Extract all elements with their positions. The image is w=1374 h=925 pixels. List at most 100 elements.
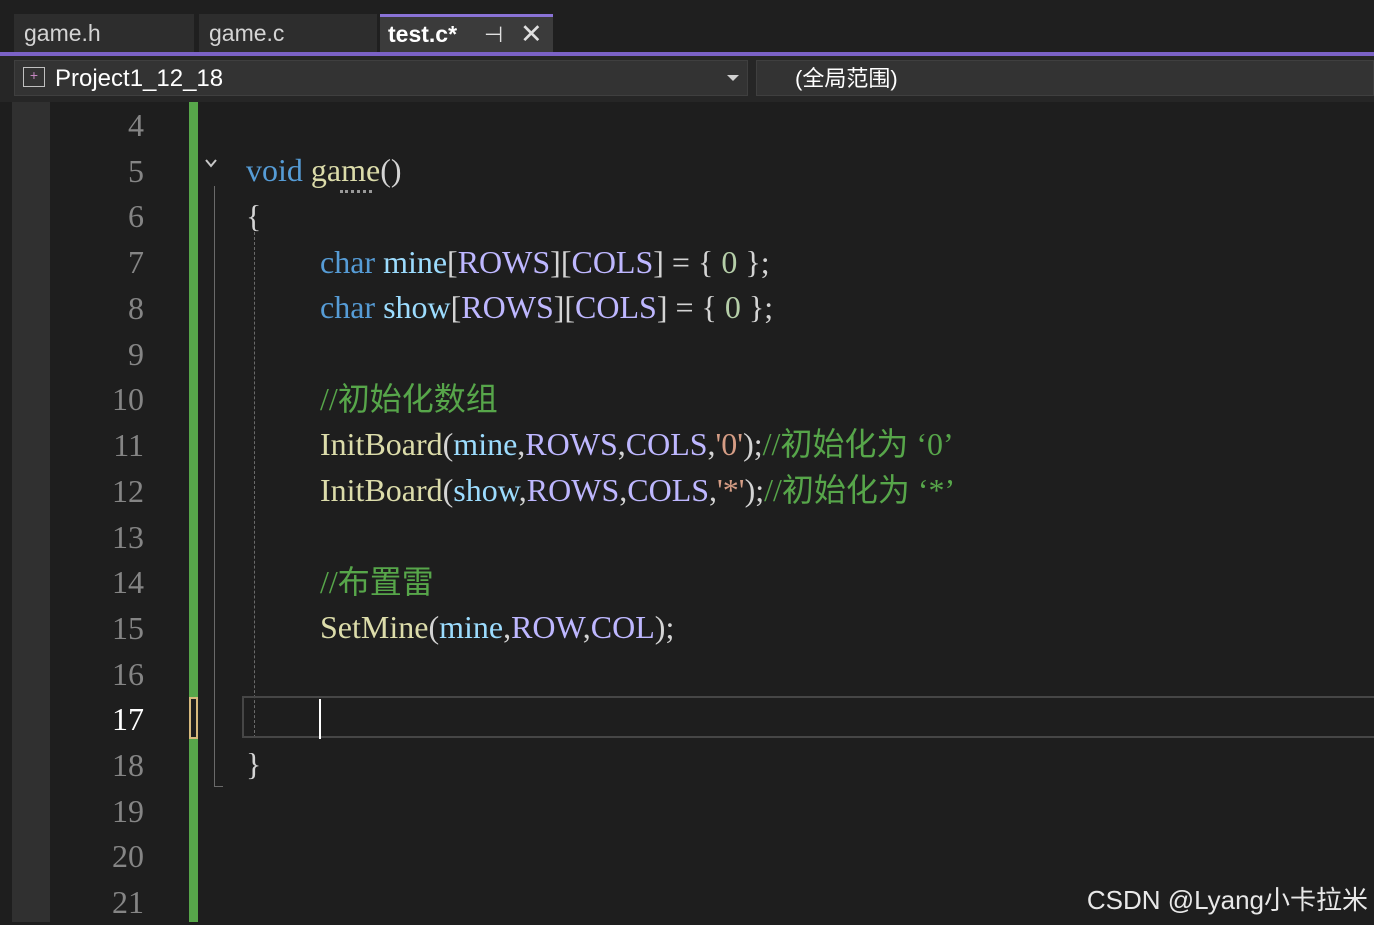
code-line-8[interactable]: char show[ROWS][COLS] = { 0 };	[320, 284, 773, 330]
variable: mine	[453, 426, 518, 462]
punct: (	[442, 472, 454, 508]
code-line-18[interactable]: }	[246, 741, 261, 787]
code-line-7[interactable]: char mine[ROWS][COLS] = { 0 };	[320, 239, 770, 285]
line-number: 10	[112, 381, 144, 417]
tab-label: test.c*	[388, 21, 458, 47]
code-line-15[interactable]: SetMine(mine,ROW,COL);	[320, 604, 674, 650]
unsaved-change-marker	[189, 697, 198, 739]
line-number-current: 17	[112, 701, 144, 737]
fold-region-end	[214, 786, 223, 787]
punct: (	[428, 609, 440, 645]
punct: ,	[582, 609, 591, 645]
punct: ,	[707, 426, 716, 462]
variable: mine	[439, 609, 504, 645]
scope-label: (全局范围)	[795, 66, 898, 91]
tab-game-h[interactable]: game.h	[14, 14, 194, 52]
macro: ROWS	[457, 244, 551, 280]
punct: );	[744, 472, 765, 508]
punct: ][	[550, 244, 572, 280]
line-number-gutter: 4 5 6 7 8 9 10 11 12 13 14 15 16 17 18 1…	[50, 102, 186, 922]
line-number: 18	[112, 747, 144, 783]
punct: ,	[617, 426, 626, 462]
line-number: 16	[112, 656, 144, 692]
function-name: InitBoard	[320, 472, 443, 508]
macro: COL	[590, 609, 655, 645]
project-name: Project1_12_18	[55, 65, 224, 92]
number: 0	[721, 244, 738, 280]
tab-test-c[interactable]: test.c* ⊣ ✕	[380, 14, 553, 52]
line-number: 15	[112, 610, 144, 646]
current-line-highlight	[242, 696, 1374, 738]
project-dropdown[interactable]: + Project1_12_18	[14, 60, 748, 96]
keyword: void	[246, 152, 303, 188]
punct: ][	[553, 289, 576, 325]
code-line-12[interactable]: InitBoard(show,ROWS,COLS,'*');//初始化为 ‘*’	[320, 467, 955, 513]
line-number: 6	[128, 198, 144, 234]
macro: COLS	[625, 426, 708, 462]
tab-label: game.h	[24, 20, 101, 46]
line-number: 19	[112, 793, 144, 829]
macro: COLS	[571, 244, 654, 280]
line-number: 4	[128, 107, 144, 143]
text-caret	[319, 699, 321, 739]
keyword: char	[320, 244, 376, 280]
punct: ,	[709, 472, 718, 508]
code-line-11[interactable]: InitBoard(mine,ROWS,COLS,'0');//初始化为 ‘0’	[320, 421, 954, 467]
comment: //初始化数组	[320, 381, 498, 417]
punct: = {	[663, 244, 722, 280]
line-number: 7	[128, 244, 144, 280]
punct: ()	[380, 152, 402, 188]
code-line-14[interactable]: //布置雷	[320, 559, 434, 605]
punct: ,	[503, 609, 512, 645]
char-literal: '0'	[715, 426, 744, 462]
comment: //初始化为 ‘*’	[764, 472, 956, 508]
punct: ]	[653, 244, 664, 280]
comment: //初始化为 ‘0’	[762, 426, 954, 462]
macro: ROWS	[461, 289, 554, 325]
project-icon: +	[23, 67, 45, 87]
char-literal: '*'	[717, 472, 745, 508]
line-number: 13	[112, 519, 144, 555]
line-number: 12	[112, 473, 144, 509]
number: 0	[724, 289, 741, 325]
fold-region-line	[214, 186, 215, 786]
line-number: 5	[128, 153, 144, 189]
function-name: SetMine	[320, 609, 429, 645]
brace: }	[246, 746, 262, 782]
line-number: 11	[113, 427, 144, 463]
change-tracking-bar	[189, 102, 198, 922]
chevron-down-icon[interactable]	[727, 75, 739, 81]
function-name: game	[310, 152, 381, 188]
tab-label: game.c	[209, 20, 285, 46]
punct: ,	[518, 472, 527, 508]
navigation-bar: + Project1_12_18 (全局范围)	[0, 56, 1374, 102]
close-icon[interactable]: ✕	[520, 17, 543, 52]
macro: ROWS	[525, 426, 618, 462]
code-line-6[interactable]: {	[246, 193, 261, 239]
macro: ROWS	[526, 472, 620, 508]
punct: );	[654, 609, 675, 645]
macro: COLS	[575, 289, 657, 325]
brace: {	[246, 198, 262, 234]
collapse-chevron-icon[interactable]	[204, 156, 218, 170]
punct: (	[442, 426, 454, 462]
pin-icon[interactable]: ⊣	[484, 17, 503, 52]
indent-guide	[254, 232, 255, 738]
scope-dropdown[interactable]: (全局范围)	[756, 60, 1374, 96]
tab-game-c[interactable]: game.c	[199, 14, 377, 52]
suggestion-dots	[340, 186, 372, 193]
macro: ROW	[511, 609, 583, 645]
punct: [	[450, 289, 462, 325]
glyph-margin[interactable]	[12, 102, 50, 922]
function-name: InitBoard	[320, 426, 443, 462]
code-line-5[interactable]: void game()	[246, 147, 402, 193]
macro: COLS	[627, 472, 710, 508]
line-number: 8	[128, 290, 144, 326]
variable: show	[453, 472, 519, 508]
punct: );	[743, 426, 763, 462]
tab-strip: game.h game.c test.c* ⊣ ✕	[0, 0, 1374, 54]
code-line-10[interactable]: //初始化数组	[320, 376, 498, 422]
line-number: 14	[112, 564, 144, 600]
punct: ]	[656, 289, 668, 325]
punct: };	[740, 289, 774, 325]
